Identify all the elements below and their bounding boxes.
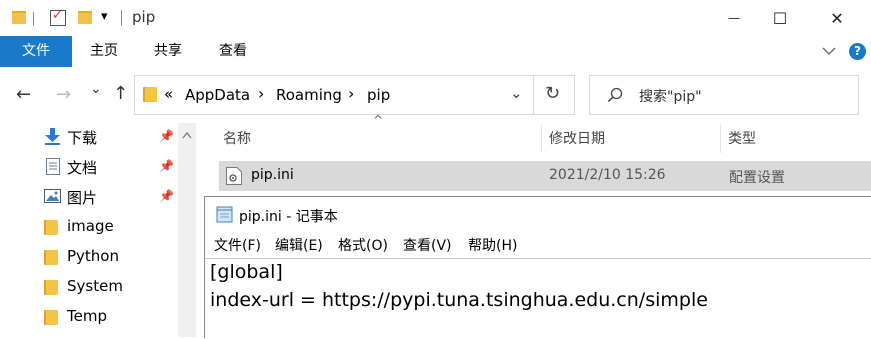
quick-access-dropdown[interactable]: ▾ bbox=[101, 9, 108, 24]
menu-view[interactable]: 查看(V) bbox=[403, 235, 452, 255]
forward-button[interactable]: → bbox=[56, 84, 71, 105]
column-header-name[interactable]: 名称 bbox=[223, 128, 251, 158]
notepad-editor[interactable]: [global] index-url = https://pypi.tuna.t… bbox=[205, 258, 871, 339]
sidebar-item-temp[interactable]: Temp bbox=[0, 303, 178, 333]
notepad-title-bar[interactable]: pip.ini - 记事本 bbox=[205, 197, 871, 231]
navigation-pane: 下载 📌 文档 📌 图片 📌 image Python System Temp bbox=[0, 123, 178, 337]
back-button[interactable]: ← bbox=[16, 84, 31, 105]
refresh-icon: ↻ bbox=[545, 83, 561, 104]
text-line: [global] bbox=[210, 261, 283, 283]
sidebar-item-documents[interactable]: 文档 📌 bbox=[0, 153, 178, 183]
breadcrumb-pip[interactable]: pip bbox=[367, 86, 390, 104]
tab-share[interactable]: 共享 bbox=[138, 36, 198, 67]
sidebar-item-label: 文档 bbox=[67, 159, 98, 177]
sidebar-scrollbar[interactable] bbox=[178, 123, 196, 337]
column-header-date[interactable]: 修改日期 bbox=[549, 128, 605, 158]
tab-home[interactable]: 主页 bbox=[74, 36, 134, 67]
help-icon[interactable]: ? bbox=[849, 43, 866, 60]
breadcrumb-separator[interactable]: › bbox=[348, 84, 354, 103]
column-divider bbox=[720, 123, 721, 153]
sidebar-item-label: System bbox=[67, 277, 123, 295]
sidebar-item-downloads[interactable]: 下载 📌 bbox=[0, 123, 178, 153]
file-type: 配置设置 bbox=[729, 170, 785, 186]
minimize-button[interactable]: — bbox=[711, 0, 757, 36]
sidebar-item-system[interactable]: System bbox=[0, 273, 178, 303]
qa-separator bbox=[33, 12, 34, 26]
sidebar-item-label: Python bbox=[67, 247, 119, 265]
menu-file[interactable]: 文件(F) bbox=[214, 235, 261, 255]
chevron-down-icon[interactable] bbox=[822, 44, 836, 60]
ribbon: 文件 主页 共享 查看 ? bbox=[0, 36, 871, 67]
breadcrumb-separator[interactable]: › bbox=[258, 84, 264, 103]
sort-indicator: ^ bbox=[373, 113, 384, 127]
search-box[interactable]: 搜索"pip" bbox=[589, 75, 859, 115]
close-button[interactable]: ✕ bbox=[814, 0, 860, 36]
tab-file[interactable]: 文件 bbox=[0, 36, 72, 67]
address-dropdown[interactable]: ⌄ bbox=[510, 84, 523, 102]
menu-edit[interactable]: 编辑(E) bbox=[275, 235, 323, 255]
menu-help[interactable]: 帮助(H) bbox=[468, 235, 517, 255]
sidebar-item-image[interactable]: image bbox=[0, 213, 178, 243]
config-file-icon bbox=[226, 167, 242, 189]
pin-icon[interactable]: 📌 bbox=[159, 129, 174, 143]
sidebar-item-pictures[interactable]: 图片 📌 bbox=[0, 183, 178, 213]
notepad-icon bbox=[216, 205, 234, 227]
up-button[interactable]: ↑ bbox=[113, 83, 128, 104]
properties-check-icon[interactable] bbox=[50, 8, 66, 26]
menu-format[interactable]: 格式(O) bbox=[338, 235, 388, 255]
address-bar[interactable]: « AppData › Roaming › pip ⌄ bbox=[134, 75, 534, 115]
scroll-up-icon[interactable] bbox=[182, 127, 192, 143]
search-input[interactable]: 搜索"pip" bbox=[639, 86, 702, 106]
table-row[interactable]: pip.ini 2021/2/10 15:26 配置设置 bbox=[219, 161, 871, 191]
address-overflow[interactable]: « bbox=[164, 85, 173, 103]
sidebar-item-python[interactable]: Python bbox=[0, 243, 178, 273]
refresh-button[interactable]: ↻ bbox=[532, 75, 575, 115]
column-header-type[interactable]: 类型 bbox=[728, 128, 756, 158]
search-icon bbox=[607, 87, 623, 107]
window-title: pip bbox=[132, 8, 156, 26]
pin-icon[interactable]: 📌 bbox=[159, 159, 174, 173]
column-divider bbox=[541, 123, 542, 153]
file-name: pip.ini bbox=[251, 167, 294, 183]
tab-view[interactable]: 查看 bbox=[203, 36, 263, 67]
folder-icon bbox=[44, 280, 58, 295]
sidebar-item-label: 图片 bbox=[67, 189, 98, 207]
notepad-window[interactable]: pip.ini - 记事本 文件(F) 编辑(E) 格式(O) 查看(V) 帮助… bbox=[204, 196, 871, 338]
sidebar-item-label: image bbox=[67, 217, 114, 235]
folder-icon bbox=[44, 250, 58, 265]
breadcrumb-appdata[interactable]: AppData bbox=[185, 86, 250, 104]
notepad-title: pip.ini - 记事本 bbox=[239, 209, 338, 225]
maximize-button[interactable]: ☐ bbox=[757, 0, 803, 36]
document-icon bbox=[46, 158, 60, 179]
folder-icon bbox=[44, 220, 58, 235]
download-icon bbox=[45, 128, 60, 149]
sidebar-item-label: Temp bbox=[67, 307, 107, 325]
sidebar-item-label: 下载 bbox=[67, 129, 98, 147]
folder-icon bbox=[44, 310, 58, 325]
text-line: index-url = https://pypi.tuna.tsinghua.e… bbox=[210, 289, 708, 311]
title-bar: ▾ pip — ☐ ✕ bbox=[0, 0, 871, 36]
file-modified: 2021/2/10 15:26 bbox=[549, 167, 666, 183]
folder-icon bbox=[12, 11, 26, 24]
recent-locations-button[interactable]: ⌄ bbox=[90, 81, 102, 97]
breadcrumb-roaming[interactable]: Roaming bbox=[276, 86, 342, 104]
new-folder-icon[interactable] bbox=[78, 11, 92, 24]
pin-icon[interactable]: 📌 bbox=[159, 189, 174, 203]
folder-icon bbox=[143, 87, 157, 102]
title-separator bbox=[121, 10, 122, 26]
navigation-bar: ← → ⌄ ↑ « AppData › Roaming › pip ⌄ ↻ 搜索… bbox=[0, 67, 871, 123]
picture-icon bbox=[44, 189, 61, 207]
